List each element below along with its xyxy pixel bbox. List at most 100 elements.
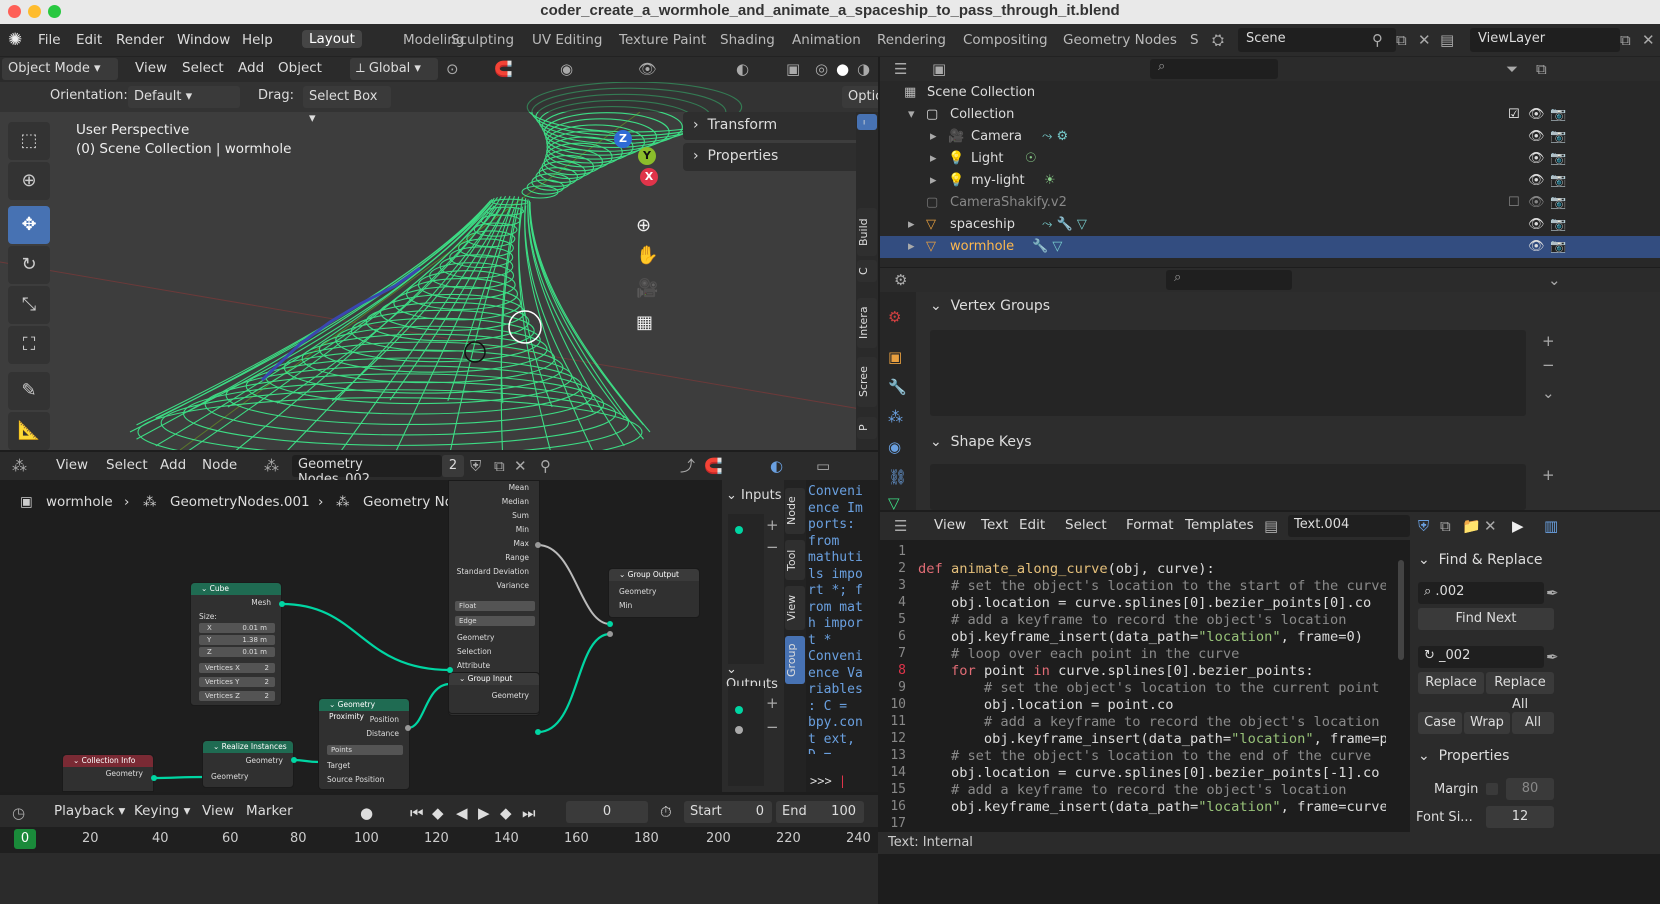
snap-icon[interactable]: 🧲	[494, 60, 513, 78]
replace-all-button[interactable]: Replace All	[1486, 672, 1554, 712]
cube-vertices-y[interactable]: Vertices Y2	[199, 677, 275, 687]
code-line[interactable]: for point in curve.splines[0].bezier_poi…	[918, 663, 1386, 679]
run-script-icon[interactable]: ▶	[1512, 517, 1524, 535]
pan-hand-icon[interactable]: ✋	[636, 247, 658, 265]
options-dropdown[interactable]: Options ▾	[842, 86, 878, 108]
find-replace-header[interactable]: ⌄ Find & Replace	[1418, 552, 1543, 568]
3d-viewport[interactable]: User Perspective (0) Scene Collection | …	[0, 82, 878, 450]
code-line[interactable]: obj.location = curve.splines[0].bezier_p…	[918, 765, 1386, 781]
z-axis-icon[interactable]: Z	[614, 130, 632, 148]
code-line[interactable]: # set the object's location to the start…	[918, 578, 1386, 594]
sidebar-tab-scree[interactable]: Scree	[857, 357, 877, 407]
record-keyframe-icon[interactable]: ●	[360, 804, 373, 822]
blender-logo-icon[interactable]: ✺	[8, 31, 22, 49]
cube-vertices-z[interactable]: Vertices Z2	[199, 691, 275, 701]
properties-options-icon[interactable]: ⌄	[1548, 271, 1561, 289]
code-line[interactable]: # set the object's location to the curre…	[918, 680, 1386, 696]
cube-vertices-x[interactable]: Vertices X2	[199, 663, 275, 673]
outliner-row-wormhole[interactable]: ▸ ▽ wormhole 🔧 ▽ 👁 📷	[880, 236, 1660, 258]
text-menu-select[interactable]: Select	[1065, 517, 1107, 533]
tab-uv-editing[interactable]: UV Editing	[532, 32, 602, 48]
delete-view-layer-icon[interactable]: ✕	[1642, 31, 1655, 49]
add-vertex-group-icon[interactable]: +	[1542, 332, 1555, 350]
tab-layout[interactable]: Layout	[302, 30, 362, 48]
console-prompt[interactable]: >>> |	[810, 774, 846, 788]
new-collection-icon[interactable]: ⧉	[1536, 60, 1547, 78]
code-line[interactable]: obj.location = point.co	[918, 697, 1386, 713]
wireframe-shading-icon[interactable]: ◎	[815, 60, 828, 78]
tab-texture-paint[interactable]: Texture Paint	[619, 32, 706, 48]
view-layer-field[interactable]: ViewLayer	[1470, 28, 1620, 52]
group-input-node[interactable]: ⌄ Group Input Geometry	[448, 672, 540, 714]
cube-node[interactable]: ⌄ Cube Mesh Size: X 0.01 m Y 1.38 m Z 0.01 …	[190, 582, 282, 706]
node-editor-type-icon[interactable]: ⁂	[12, 457, 27, 475]
object-mode-dropdown[interactable]: Object Mode ▾	[2, 58, 118, 80]
python-console[interactable]: ▭ Conveni ence Im ports: from mathuti ls…	[806, 452, 878, 792]
cube-size-y[interactable]: Y 1.38 m	[199, 635, 275, 645]
add-input-icon[interactable]: +	[766, 516, 779, 534]
code-line[interactable]: # add a keyframe to record the object's …	[918, 612, 1386, 628]
outliner-editor-type-icon[interactable]: ☰	[894, 60, 907, 78]
transform-tool-icon[interactable]: ⛶	[8, 326, 50, 364]
wrap-toggle[interactable]: Wrap	[1464, 712, 1510, 734]
sidebar-toggle[interactable]: –	[857, 114, 877, 130]
transform-panel[interactable]: › Transform	[683, 112, 878, 140]
menu-edit[interactable]: Edit	[76, 32, 102, 48]
navigation-gizmo[interactable]: Z Y X	[612, 122, 682, 212]
tool-tab-icon[interactable]: ⚙	[888, 308, 901, 326]
current-frame-marker[interactable]: 0	[14, 829, 36, 849]
close-window-button[interactable]	[8, 5, 21, 18]
zoom-icon[interactable]: ⊕	[636, 217, 651, 235]
viewport-menu-add[interactable]: Add	[238, 60, 264, 76]
timeline-view-menu[interactable]: View	[202, 803, 234, 819]
shape-keys-header[interactable]: ⌄ Shape Keys	[930, 434, 1032, 450]
select-box-tool-icon[interactable]: ⬚	[8, 122, 50, 160]
outputs-list[interactable]	[728, 686, 764, 786]
viewport-menu-object[interactable]: Object	[278, 60, 322, 76]
timeline-editor-type-icon[interactable]: ◷	[12, 804, 25, 822]
pin-tree-icon[interactable]: ⚲	[540, 457, 551, 475]
code-line[interactable]: obj.location = curve.splines[0].bezier_p…	[918, 595, 1386, 611]
material-shading-icon[interactable]: ◑	[857, 60, 870, 78]
realize-instances-node[interactable]: ⌄ Realize Instances Geometry Geometry	[202, 740, 294, 788]
node-menu-view[interactable]: View	[56, 457, 88, 473]
play-reverse-icon[interactable]: ◀	[456, 804, 468, 822]
fake-user-icon[interactable]: ⛨	[1418, 517, 1429, 535]
camera-view-icon[interactable]: 🎥	[636, 280, 658, 298]
display-mode-icon[interactable]: ▣	[932, 60, 946, 78]
node-tree-users[interactable]: 2	[442, 455, 464, 477]
toggle-sidebar-icon[interactable]: ▥	[1544, 517, 1558, 535]
proportional-edit-icon[interactable]: ◉	[560, 60, 573, 78]
filter-icon[interactable]: ⏷	[1506, 60, 1518, 78]
annotate-tool-icon[interactable]: ✎	[8, 372, 50, 410]
view-layer-icon[interactable]: ▤	[1440, 31, 1454, 49]
stat-domain-dropdown[interactable]: Edge	[455, 616, 535, 626]
next-keyframe-icon[interactable]: ◆	[500, 804, 512, 822]
node-tree-browse-icon[interactable]: ⁂	[264, 457, 279, 475]
code-line[interactable]: obj.keyframe_insert(data_path="location"…	[918, 731, 1386, 747]
code-line[interactable]: # loop over each point in the curve	[918, 646, 1386, 662]
end-frame-field[interactable]: End 100	[776, 801, 864, 823]
outliner-row-light[interactable]: ▸ 💡 Light ☉ 👁 📷	[880, 148, 1660, 170]
scene-icon[interactable]: ⛭	[1212, 31, 1224, 49]
find-input[interactable]: ⌕ .002	[1418, 582, 1544, 604]
code-line[interactable]: def animate_along_curve(obj, curve):	[918, 561, 1386, 577]
outliner-row-my-light[interactable]: ▸ 💡 my-light ☀ 👁 📷	[880, 170, 1660, 192]
text-browse-icon[interactable]: ▤	[1264, 517, 1278, 535]
node-tab-tool[interactable]: Tool	[785, 540, 805, 580]
unlink-text-icon[interactable]: ✕	[1484, 517, 1497, 535]
parent-tree-icon[interactable]: ⤴	[680, 457, 695, 475]
code-line[interactable]: obj.keyframe_insert(data_path="location"…	[918, 629, 1386, 645]
timeline-marker-menu[interactable]: Marker	[246, 803, 293, 819]
text-scrollbar[interactable]	[1398, 560, 1404, 660]
stat-type-dropdown[interactable]: Float	[455, 601, 535, 611]
viewport-menu-view[interactable]: View	[135, 60, 167, 76]
overlay-icon[interactable]: ◐	[736, 60, 749, 78]
tab-scripting-truncated[interactable]: S	[1190, 32, 1199, 48]
fake-user-shield-icon[interactable]: ⛨	[470, 457, 481, 475]
scale-tool-icon[interactable]: ⤡	[8, 286, 50, 324]
node-tab-group[interactable]: Group	[785, 636, 805, 684]
node-menu-select[interactable]: Select	[106, 457, 148, 473]
replace-eyedropper-icon[interactable]: ✒	[1546, 648, 1559, 666]
text-menu-text[interactable]: Text	[981, 517, 1008, 533]
